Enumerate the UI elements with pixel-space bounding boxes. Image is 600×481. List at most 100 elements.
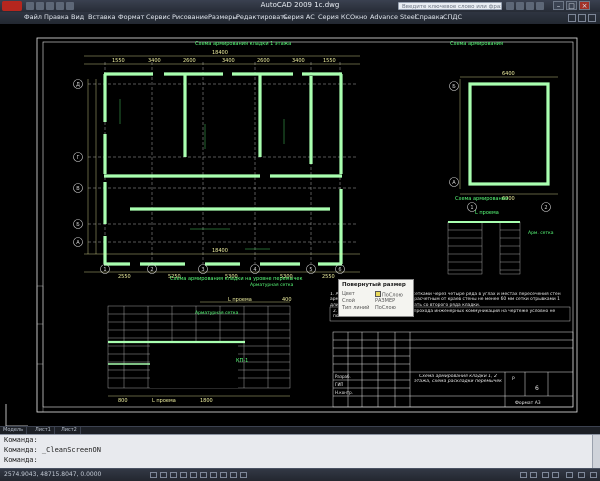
pan-icon[interactable] bbox=[542, 472, 549, 478]
autocad-window: AutoCAD 2009 1c.dwg Введите ключевое сло… bbox=[0, 0, 600, 481]
stamp-format: Формат А3 bbox=[515, 400, 541, 406]
plan-dim-texts-top: 1550 3400 2600 3400 2600 3400 1550 18400 bbox=[112, 50, 336, 64]
right-axis-2: 2 bbox=[544, 205, 547, 211]
layout-space-icon[interactable] bbox=[530, 472, 537, 478]
zoom-icon[interactable] bbox=[552, 472, 559, 478]
menu-draw[interactable]: Рисование bbox=[172, 13, 208, 21]
side-stamp bbox=[36, 285, 44, 413]
tab-layout1[interactable]: Лист1 bbox=[32, 427, 55, 434]
plan-title: Схема армирования кладки 1 этажа bbox=[195, 41, 291, 47]
command-prompt[interactable]: Команда: bbox=[4, 456, 38, 464]
axis-labels-left: Д Г В Б А bbox=[76, 82, 80, 246]
communication-center-icon[interactable] bbox=[516, 2, 524, 10]
section-right-title: Схема армирования bbox=[455, 196, 508, 202]
section-dim-label-bottom: L проема bbox=[152, 398, 176, 404]
axis-a: А bbox=[76, 240, 80, 246]
tooltip-label-layer: Слой bbox=[342, 298, 355, 304]
command-history-line: Команда: _CleanScreenON bbox=[4, 446, 101, 454]
dim-top-overall: 18400 bbox=[212, 50, 228, 56]
menu-file[interactable]: Файл bbox=[24, 13, 42, 21]
grid-toggle-icon[interactable] bbox=[160, 472, 167, 478]
right-dim-top: 6400 bbox=[502, 71, 515, 77]
status-bar: 2574.9043, 48715.8047, 0.0000 bbox=[0, 468, 600, 481]
right-axis-b: Б bbox=[452, 84, 456, 90]
axis-6: 6 bbox=[338, 267, 341, 273]
model-space-icon[interactable] bbox=[520, 472, 527, 478]
dyn-toggle-icon[interactable] bbox=[220, 472, 227, 478]
right-axis-1: 1 bbox=[470, 205, 473, 211]
polar-toggle-icon[interactable] bbox=[180, 472, 187, 478]
stamp-text: Схема армирования кладки 1, 2 этажа, схе… bbox=[414, 374, 502, 385]
kp-label: КП-1 bbox=[236, 358, 248, 364]
menu-view[interactable]: Вид bbox=[71, 13, 84, 21]
section-right-subtitle: L проема bbox=[475, 210, 499, 216]
menu-window[interactable]: Окно bbox=[350, 13, 367, 21]
plan-grid bbox=[88, 62, 358, 264]
dimension-tooltip: Повернутый размер Цвет ПоСлою Слой РАЗМЕ… bbox=[338, 279, 414, 317]
menu-series-kc[interactable]: Серия КС bbox=[318, 13, 350, 21]
minimize-button[interactable]: – bbox=[553, 1, 564, 10]
right-axis-bubbles bbox=[449, 81, 551, 212]
search-icon[interactable] bbox=[506, 2, 514, 10]
tab-model[interactable]: Модель bbox=[0, 427, 28, 434]
doc-close-icon[interactable] bbox=[588, 14, 596, 22]
axis-5: 5 bbox=[309, 267, 312, 273]
ortho-toggle-icon[interactable] bbox=[170, 472, 177, 478]
doc-restore-icon[interactable] bbox=[578, 14, 586, 22]
command-window[interactable]: Команда: Команда: _CleanScreenON Команда… bbox=[0, 434, 600, 469]
maximize-button[interactable]: □ bbox=[566, 1, 577, 10]
menu-dimension[interactable]: Размеры bbox=[208, 13, 238, 21]
opening-void bbox=[150, 342, 238, 388]
clean-screen-icon[interactable] bbox=[590, 472, 597, 478]
cursor-coordinates: 2574.9043, 48715.8047, 0.0000 bbox=[4, 471, 102, 478]
stamp-labels: Разраб. ГИП Н.контр. bbox=[335, 374, 353, 395]
ucs-icon bbox=[5, 404, 28, 427]
snap-toggle-icon[interactable] bbox=[150, 472, 157, 478]
dim-top-4: 3400 bbox=[222, 58, 235, 64]
drawing-svg[interactable]: 1550 3400 2600 3400 2600 3400 1550 18400… bbox=[0, 24, 600, 434]
axis-4: 4 bbox=[253, 267, 256, 273]
menu-spds[interactable]: СПДС bbox=[443, 13, 462, 21]
menu-help[interactable]: Справка bbox=[415, 13, 444, 21]
right-plan-dims bbox=[459, 76, 558, 195]
help-icon[interactable] bbox=[536, 2, 544, 10]
favorites-icon[interactable] bbox=[526, 2, 534, 10]
menu-series-ac[interactable]: Серия АС bbox=[283, 13, 315, 21]
axis-b: Б bbox=[76, 222, 80, 228]
mesh-label-1: Арматурная сетка bbox=[195, 310, 239, 316]
inner-frame bbox=[42, 41, 574, 408]
command-scrollbar[interactable] bbox=[592, 435, 600, 469]
drawing-canvas[interactable]: 1550 3400 2600 3400 2600 3400 1550 18400… bbox=[0, 24, 600, 434]
right-axis-labels: Б А 1 2 bbox=[452, 84, 547, 211]
menu-edit[interactable]: Правка bbox=[44, 13, 69, 21]
stamp-label-gip: ГИП bbox=[335, 382, 343, 387]
stamp-sheet: 6 bbox=[535, 385, 539, 392]
menu-advance-steel[interactable]: Advance Steel bbox=[370, 13, 417, 21]
menu-insert[interactable]: Вставка bbox=[88, 13, 116, 21]
otrack-toggle-icon[interactable] bbox=[200, 472, 207, 478]
axis-g: Г bbox=[76, 155, 79, 161]
dim-top-3: 2600 bbox=[183, 58, 196, 64]
menu-tools[interactable]: Сервис bbox=[146, 13, 170, 21]
osnap-toggle-icon[interactable] bbox=[190, 472, 197, 478]
axis-2: 2 bbox=[150, 267, 153, 273]
doc-minimize-icon[interactable] bbox=[568, 14, 576, 22]
menu-modify[interactable]: Редактировать bbox=[236, 13, 288, 21]
command-history-line: Команда: bbox=[4, 436, 38, 444]
close-button[interactable]: × bbox=[579, 1, 590, 10]
ducs-toggle-icon[interactable] bbox=[210, 472, 217, 478]
workspace-icon[interactable] bbox=[578, 472, 585, 478]
mesh-label-right: Арм. сетка bbox=[528, 230, 554, 236]
qp-toggle-icon[interactable] bbox=[240, 472, 247, 478]
stamp-text-box: Схема армирования кладки 1, 2 этажа, схе… bbox=[414, 374, 502, 385]
sheet-frame bbox=[36, 37, 578, 413]
lineweight-toggle-icon[interactable] bbox=[230, 472, 237, 478]
mesh-label-2: Арматурная сетка bbox=[250, 282, 294, 288]
tooltip-value-linetype: ПоСлою bbox=[375, 305, 396, 311]
annotation-scale-icon[interactable] bbox=[566, 472, 573, 478]
tooltip-title: Повернутый размер bbox=[342, 282, 406, 288]
axis-v: В bbox=[76, 186, 80, 192]
menu-format[interactable]: Формат bbox=[118, 13, 144, 21]
tab-layout2[interactable]: Лист2 bbox=[58, 427, 81, 434]
search-input[interactable]: Введите ключевое слово или фразу bbox=[398, 2, 502, 10]
